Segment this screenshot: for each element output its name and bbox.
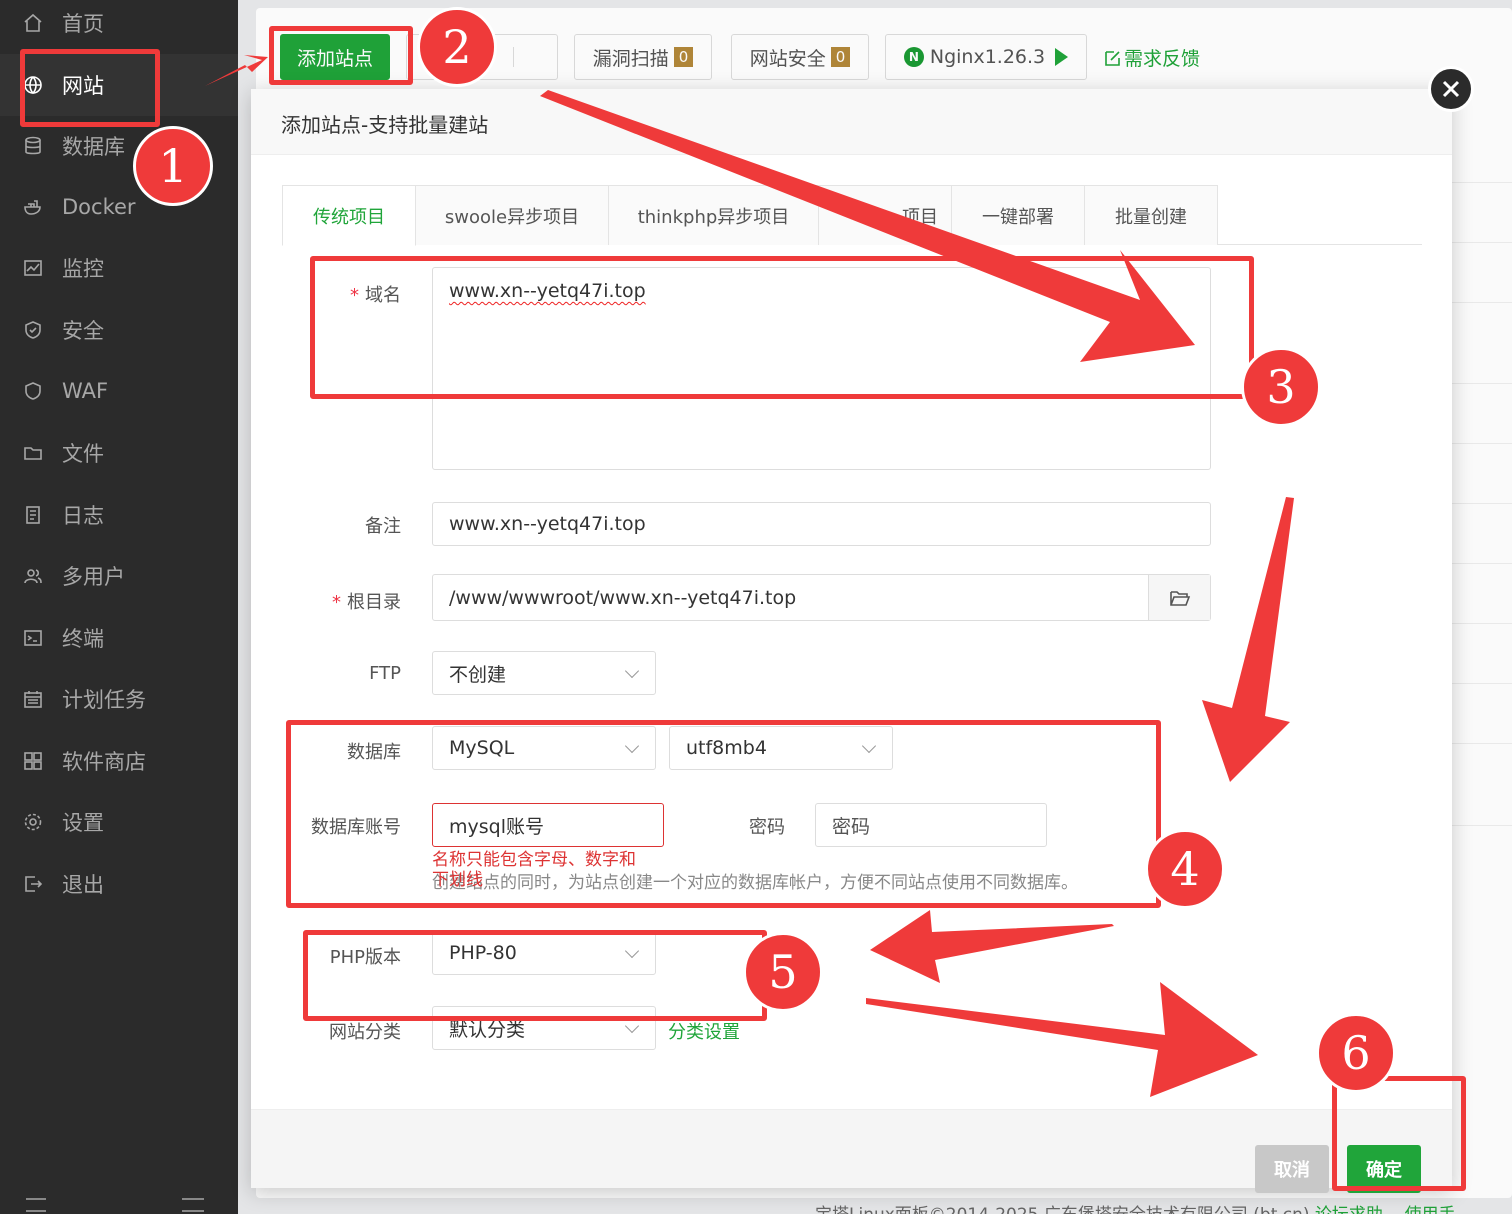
annotation-box-3 [310,256,1254,399]
annotation-number-4: 4 [1145,829,1225,909]
annotation-number-6: 6 [1316,1013,1396,1093]
annotation-number-2: 2 [417,7,497,87]
annotation-box-6 [1332,1076,1466,1191]
annotation-box-2 [269,26,413,85]
annotation-arrow-1 [205,55,268,86]
annotation-box-1 [20,49,160,127]
annotation-number-3: 3 [1241,347,1321,427]
annotation-number-5: 5 [743,932,823,1012]
annotation-arrow-5 [866,982,1258,1097]
annotation-arrow-4 [870,910,1114,983]
annotation-arrow-3 [1202,497,1294,782]
annotation-box-4 [286,720,1161,908]
annotation-arrows [205,55,1294,1097]
annotation-box-5 [303,930,767,1021]
annotation-number-1: 1 [133,126,213,206]
